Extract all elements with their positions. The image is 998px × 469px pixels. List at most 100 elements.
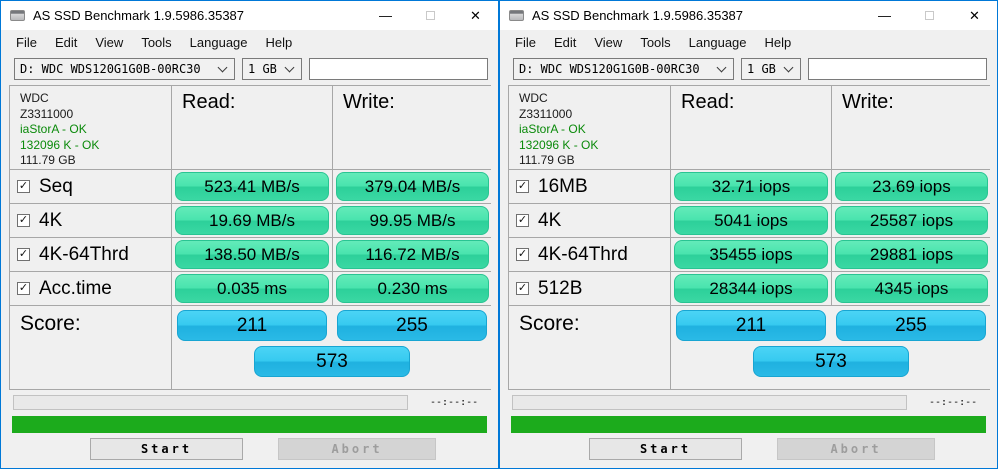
total-score-pill: 573 [753,346,909,377]
row-label-text: 4K [538,210,561,232]
row-checkbox[interactable]: ✓ [17,180,30,193]
status-row: --:--:-- [512,395,985,410]
table-row: 35455 iops [671,238,831,271]
close-button[interactable]: ✕ [952,1,997,30]
progress-bar [12,416,487,433]
read-value-pill: 28344 iops [674,274,828,303]
maximize-button[interactable] [408,1,453,30]
start-button[interactable]: Start [90,438,243,460]
drive-driver-status: iaStorA - OK [519,122,670,138]
drive-select[interactable]: D: WDC WDS120G1G0B-00RC30 [513,58,734,80]
check-icon: ✓ [518,249,527,260]
abort-button[interactable]: Abort [777,438,935,460]
read-value-pill: 523.41 MB/s [175,172,329,201]
close-icon: ✕ [470,8,481,24]
row-checkbox[interactable]: ✓ [516,282,529,295]
write-value-pill: 4345 iops [835,274,988,303]
time-display: --:--:-- [430,397,478,408]
write-value-pill: 23.69 iops [835,172,988,201]
test-size-value: 1 GB [248,62,286,76]
menu-item-tools[interactable]: Tools [132,31,180,54]
menu-item-edit[interactable]: Edit [545,31,585,54]
menu-item-tools[interactable]: Tools [631,31,679,54]
minimize-icon: — [878,8,891,23]
menu-item-language[interactable]: Language [680,31,756,54]
minimize-button[interactable]: — [862,1,907,30]
read-header: Read: [671,86,831,169]
row-label-text: Seq [39,176,73,198]
benchmark-row-label: ✓ 4K-64Thrd [509,238,670,271]
toolbar: D: WDC WDS120G1G0B-00RC30 1 GB [513,58,987,80]
drive-driver-status: iaStorA - OK [20,122,171,138]
test-size-value: 1 GB [747,62,785,76]
benchmark-row-label: ✓ 16MB [509,170,670,203]
table-row: 32.71 iops [671,170,831,203]
screen: AS SSD Benchmark 1.9.5986.35387 — ✕ File… [0,0,998,469]
status-textbox [512,395,907,410]
app-window: AS SSD Benchmark 1.9.5986.35387 — ✕ File… [0,0,499,469]
start-button[interactable]: Start [589,438,742,460]
table-row: 4345 iops [832,272,991,305]
window-controls: — ✕ [363,1,498,30]
drive-info-panel: WDC Z3311000 iaStorA - OK 132096 K - OK … [10,86,171,169]
text-input[interactable] [309,58,488,80]
progress-bar [511,416,986,433]
row-checkbox[interactable]: ✓ [17,282,30,295]
drive-select[interactable]: D: WDC WDS120G1G0B-00RC30 [14,58,235,80]
menu-item-file[interactable]: File [7,31,46,54]
drive-alignment-status: 132096 K - OK [519,138,670,154]
close-icon: ✕ [969,8,980,24]
row-checkbox[interactable]: ✓ [516,180,529,193]
row-checkbox[interactable]: ✓ [17,248,30,261]
text-input[interactable] [808,58,987,80]
row-label-text: 4K-64Thrd [39,244,129,266]
time-display: --:--:-- [929,397,977,408]
benchmark-row-label: ✓ 512B [509,272,670,305]
menu-item-language[interactable]: Language [181,31,257,54]
read-value-pill: 32.71 iops [674,172,828,201]
menu-item-help[interactable]: Help [257,31,302,54]
read-score-pill: 211 [177,310,327,341]
close-button[interactable]: ✕ [453,1,498,30]
table-row: 19.69 MB/s [172,204,332,237]
row-label-text: Acc.time [39,278,112,300]
benchmark-grid: WDC Z3311000 iaStorA - OK 132096 K - OK … [508,85,990,390]
titlebar: AS SSD Benchmark 1.9.5986.35387 — ✕ [1,1,498,30]
maximize-icon [925,11,934,20]
app-icon [509,10,524,21]
check-icon: ✓ [19,283,28,294]
table-row: 5041 iops [671,204,831,237]
test-size-select[interactable]: 1 GB [242,58,302,80]
row-checkbox[interactable]: ✓ [516,214,529,227]
table-row: 116.72 MB/s [333,238,492,271]
drive-select-value: D: WDC WDS120G1G0B-00RC30 [20,62,219,76]
score-panel: 211 255 573 [671,306,991,389]
write-value-pill: 29881 iops [835,240,988,269]
row-label-text: 4K-64Thrd [538,244,628,266]
check-icon: ✓ [19,181,28,192]
menu-item-edit[interactable]: Edit [46,31,86,54]
write-score-pill: 255 [337,310,487,341]
drive-capacity: 111.79 GB [519,153,670,169]
menu-item-view[interactable]: View [86,31,132,54]
table-row: 25587 iops [832,204,991,237]
write-value-pill: 25587 iops [835,206,988,235]
benchmark-row-label: ✓ 4K-64Thrd [10,238,171,271]
menu-item-file[interactable]: File [506,31,545,54]
test-size-select[interactable]: 1 GB [741,58,801,80]
minimize-button[interactable]: — [363,1,408,30]
abort-button[interactable]: Abort [278,438,436,460]
menu-item-view[interactable]: View [585,31,631,54]
drive-select-value: D: WDC WDS120G1G0B-00RC30 [519,62,718,76]
table-row: 28344 iops [671,272,831,305]
total-score-pill: 573 [254,346,410,377]
row-label-text: 512B [538,278,582,300]
app-window: AS SSD Benchmark 1.9.5986.35387 — ✕ File… [499,0,998,469]
menubar: File Edit View Tools Language Help [500,30,997,55]
menu-item-help[interactable]: Help [756,31,801,54]
row-checkbox[interactable]: ✓ [17,214,30,227]
maximize-button[interactable] [907,1,952,30]
write-score-pill: 255 [836,310,986,341]
benchmark-row-label: ✓ Acc.time [10,272,171,305]
row-checkbox[interactable]: ✓ [516,248,529,261]
